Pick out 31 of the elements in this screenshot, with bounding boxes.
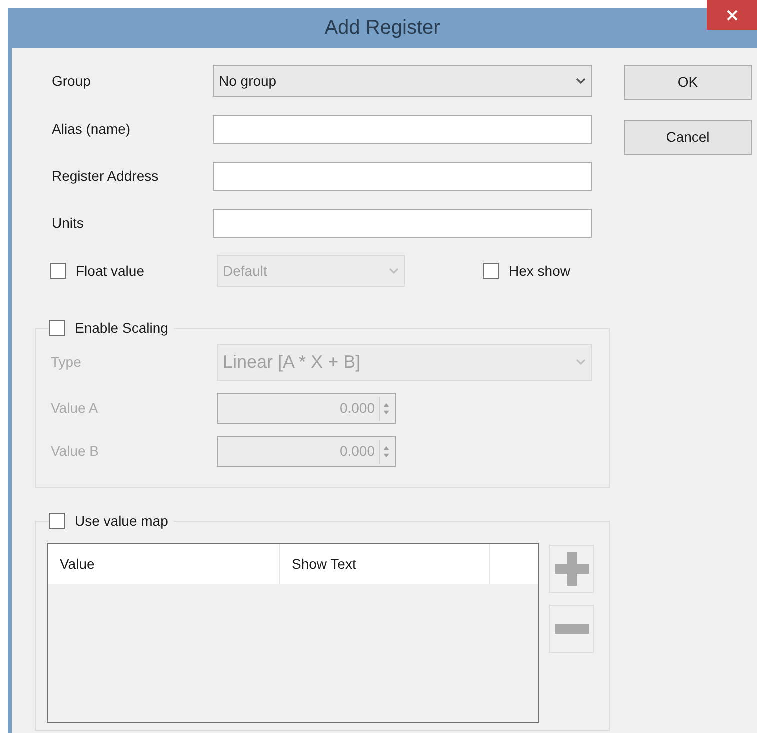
field-label: Type (51, 353, 82, 372)
window-title: Add Register (324, 16, 440, 41)
close-button[interactable] (707, 0, 757, 30)
plus-icon (554, 552, 588, 586)
checkbox[interactable] (49, 320, 65, 336)
checkbox[interactable] (483, 263, 499, 279)
field-label: Group (52, 72, 92, 91)
field-label: Alias (name) (52, 120, 132, 139)
checkbox-label: Float value (76, 262, 144, 280)
close-icon (726, 10, 738, 20)
input-field[interactable] (213, 209, 592, 238)
column-header[interactable]: Show Text (280, 544, 490, 584)
chevron-down-icon (576, 359, 586, 366)
field-label: Units (52, 214, 85, 233)
checkbox[interactable] (49, 513, 65, 529)
dropdown[interactable]: No group (213, 65, 592, 97)
checkbox[interactable] (50, 263, 66, 279)
checkbox-label: Use value map (75, 512, 168, 531)
chevron-down-icon (576, 78, 586, 84)
input-field[interactable] (213, 162, 592, 191)
column-header[interactable]: Value (48, 544, 280, 584)
chevron-down-icon (389, 268, 399, 274)
checkbox-label: Enable Scaling (75, 318, 168, 338)
minus-icon (554, 624, 588, 634)
input-field[interactable] (213, 115, 592, 144)
field-label: Value B (51, 442, 100, 461)
field-label: Value A (51, 399, 100, 418)
checkbox-label: Hex show (509, 262, 570, 280)
dialog-button[interactable]: OK (624, 65, 752, 100)
field-label: Register Address (52, 167, 160, 186)
dialog-button[interactable]: Cancel (624, 120, 752, 155)
